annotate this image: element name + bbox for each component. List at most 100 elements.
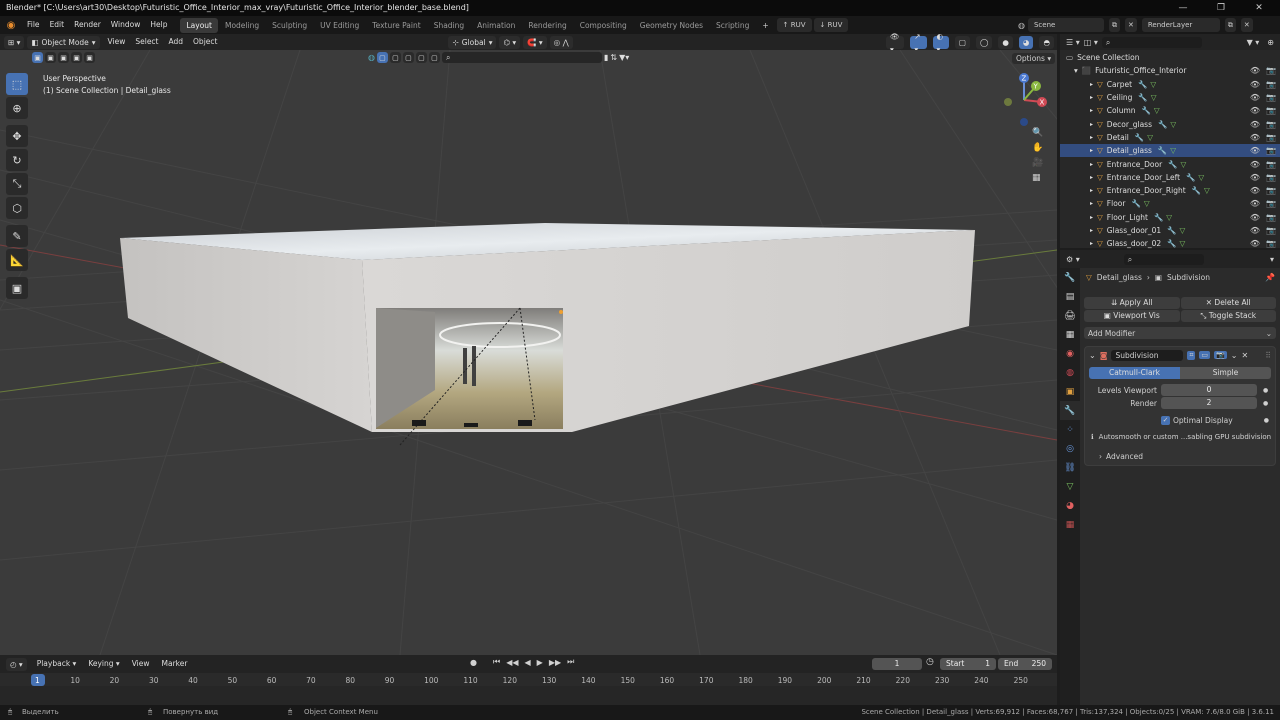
add-cube-tool-icon[interactable]: ▣ <box>6 277 28 299</box>
select-intersect-icon[interactable]: ▣ <box>84 52 95 63</box>
cursor-tool-icon[interactable]: ⊕ <box>6 97 28 119</box>
editor-type-button[interactable]: ⊞ ▾ <box>4 35 25 49</box>
expand-icon[interactable]: ▸ <box>1090 214 1093 221</box>
jump-start-icon[interactable]: ⏮ <box>493 657 500 667</box>
apply-all-button[interactable]: ⇊ Apply All <box>1084 297 1180 309</box>
new-scene-icon[interactable]: ⧉ <box>1108 18 1120 32</box>
navigation-gizmo[interactable]: Z X Y <box>1000 70 1056 130</box>
new-collection-icon[interactable]: ⊕ <box>1267 38 1274 47</box>
eye-icon[interactable]: 👁 <box>1250 146 1260 155</box>
eye-icon[interactable]: 👁 <box>1250 93 1260 102</box>
collection-row[interactable]: ▾ ⬛ Futuristic_Office_Interior 👁 📷 <box>1060 64 1280 77</box>
minimize-button[interactable]: — <box>1164 0 1202 16</box>
add-modifier-button[interactable]: Add Modifier ⌄ <box>1084 327 1276 339</box>
outliner-item[interactable]: ▸ ▽ Floor 🔧 ▽ 👁 📷 <box>1060 197 1280 210</box>
filter-type-icon[interactable]: ◍ <box>368 53 375 62</box>
camera-icon[interactable]: 📷 <box>1266 66 1276 75</box>
camera-icon[interactable]: 📷 <box>1266 226 1276 235</box>
expand-icon[interactable]: ▸ <box>1090 134 1093 141</box>
physics-tab-icon[interactable]: ◎ <box>1060 439 1080 458</box>
jump-keyframe-forward-icon[interactable]: ▶▶ <box>549 658 561 667</box>
filter-icon[interactable]: ▼▾ <box>619 53 629 62</box>
tab-compositing[interactable]: Compositing <box>574 18 633 33</box>
xray-toggle[interactable]: ▢ <box>954 36 970 49</box>
mode-selector[interactable]: ◧ Object Mode ▾ <box>27 35 100 49</box>
camera-icon[interactable]: 📷 <box>1266 173 1276 182</box>
menu-keying[interactable]: Keying ▾ <box>83 656 124 672</box>
zoom-icon[interactable]: 🔍 <box>1032 128 1043 138</box>
shading-solid[interactable]: ● <box>998 36 1013 49</box>
pivot-button[interactable]: ⌬ ▾ <box>499 35 521 49</box>
outliner-item[interactable]: ▸ ▽ Ceiling 🔧 ▽ 👁 📷 <box>1060 91 1280 104</box>
eye-icon[interactable]: 👁 <box>1250 80 1260 89</box>
render-levels-field[interactable]: 2 <box>1161 397 1257 409</box>
maximize-button[interactable]: ❐ <box>1202 0 1240 16</box>
camera-icon[interactable]: 📷 <box>1266 146 1276 155</box>
menu-window[interactable]: Window <box>106 16 146 34</box>
camera-icon[interactable]: 📷 <box>1266 199 1276 208</box>
options-button[interactable]: Options ▾ <box>1012 53 1056 64</box>
select-new-icon[interactable]: ▣ <box>32 52 43 63</box>
timeline-editor-button[interactable]: ◴ ▾ <box>6 657 27 671</box>
eye-icon[interactable]: 👁 <box>1250 106 1260 115</box>
pan-hand-icon[interactable]: ✋ <box>1032 143 1043 153</box>
advanced-section[interactable]: › Advanced <box>1085 450 1275 462</box>
tab-texture-paint[interactable]: Texture Paint <box>366 18 426 33</box>
eye-icon[interactable]: 👁 <box>1250 213 1260 222</box>
viewport-vis-button[interactable]: ▣ Viewport Vis <box>1084 310 1180 322</box>
levels-viewport-field[interactable]: 0 <box>1161 384 1257 396</box>
simple-tab[interactable]: Simple <box>1180 367 1271 379</box>
proportional-edit-button[interactable]: ◎ ⋀ <box>549 35 573 49</box>
new-layer-icon[interactable]: ⧉ <box>1224 18 1236 32</box>
scene-field[interactable]: Scene <box>1027 18 1104 32</box>
menu-view[interactable]: View <box>103 34 131 50</box>
menu-object[interactable]: Object <box>188 34 222 50</box>
select-invert-icon[interactable]: ▣ <box>71 52 82 63</box>
eye-icon[interactable]: 👁 <box>1250 66 1260 75</box>
menu-help[interactable]: Help <box>145 16 172 34</box>
output-tab-icon[interactable]: 🖨 <box>1060 306 1080 325</box>
play-reverse-icon[interactable]: ◀ <box>525 658 531 667</box>
start-frame-field[interactable]: Start 1 <box>940 658 996 670</box>
scale-tool-icon[interactable]: ⤡ <box>6 173 28 195</box>
timeline[interactable]: 1 10 20 30 40 50 60 70 80 90 100 110 120 130 140 150 160… <box>0 673 1057 705</box>
constraints-tab-icon[interactable]: ⛓ <box>1060 458 1080 477</box>
menu-file[interactable]: File <box>22 16 45 34</box>
expand-icon[interactable]: ▸ <box>1090 94 1093 101</box>
current-frame-field[interactable]: 1 <box>872 658 922 670</box>
object-tab-icon[interactable]: ▣ <box>1060 382 1080 401</box>
snap-button[interactable]: 🧲 ▾ <box>523 35 547 49</box>
texture-tab-icon[interactable]: ▦ <box>1060 515 1080 534</box>
outliner-item[interactable]: ▸ ▽ Glass_door_01 🔧 ▽ 👁 📷 <box>1060 224 1280 237</box>
menu-timeline-view[interactable]: View <box>127 656 155 672</box>
add-workspace-button[interactable]: + <box>756 18 774 33</box>
world-tab-icon[interactable]: ◍ <box>1060 363 1080 382</box>
menu-marker[interactable]: Marker <box>157 656 193 672</box>
render-layer-field[interactable]: RenderLayer <box>1141 18 1220 32</box>
record-icon[interactable]: ● <box>470 658 477 667</box>
transform-tool-icon[interactable]: ⬡ <box>6 197 28 219</box>
toggle-stack-button[interactable]: ⤡ Toggle Stack <box>1180 310 1276 322</box>
catmull-clark-tab[interactable]: Catmull-Clark <box>1089 367 1180 379</box>
data-tab-icon[interactable]: ▽ <box>1060 477 1080 496</box>
select-box-tool-icon[interactable]: ⬚ <box>6 73 28 95</box>
render-toggle-icon[interactable]: 📷 <box>1214 351 1227 359</box>
camera-icon[interactable]: 📷 <box>1266 186 1276 195</box>
menu-playback[interactable]: Playback ▾ <box>32 656 82 672</box>
camera-icon[interactable]: 📷 <box>1266 106 1276 115</box>
blender-logo-icon[interactable]: ◉ <box>0 20 22 31</box>
visibility-button[interactable]: 👁 ▾ <box>886 32 905 54</box>
annotate-tool-icon[interactable]: ✎ <box>6 225 28 247</box>
outliner-filter-icon[interactable]: ▼ ▾ <box>1247 38 1260 47</box>
clock-icon[interactable]: ◷ <box>926 657 934 667</box>
tab-rendering[interactable]: Rendering <box>522 18 572 33</box>
select-extend-icon[interactable]: ▣ <box>45 52 56 63</box>
camera-icon[interactable]: 📷 <box>1266 80 1276 89</box>
tab-scripting[interactable]: Scripting <box>710 18 755 33</box>
expand-icon[interactable]: ▸ <box>1090 161 1093 168</box>
eye-icon[interactable]: 👁 <box>1250 133 1260 142</box>
outliner-item[interactable]: ▸ ▽ Entrance_Door 🔧 ▽ 👁 📷 <box>1060 157 1280 170</box>
properties-editor-icon[interactable]: ⚙ ▾ <box>1066 255 1080 264</box>
expand-icon[interactable]: ▸ <box>1090 174 1093 181</box>
filter-camera-icon[interactable]: ▢ <box>402 52 414 63</box>
